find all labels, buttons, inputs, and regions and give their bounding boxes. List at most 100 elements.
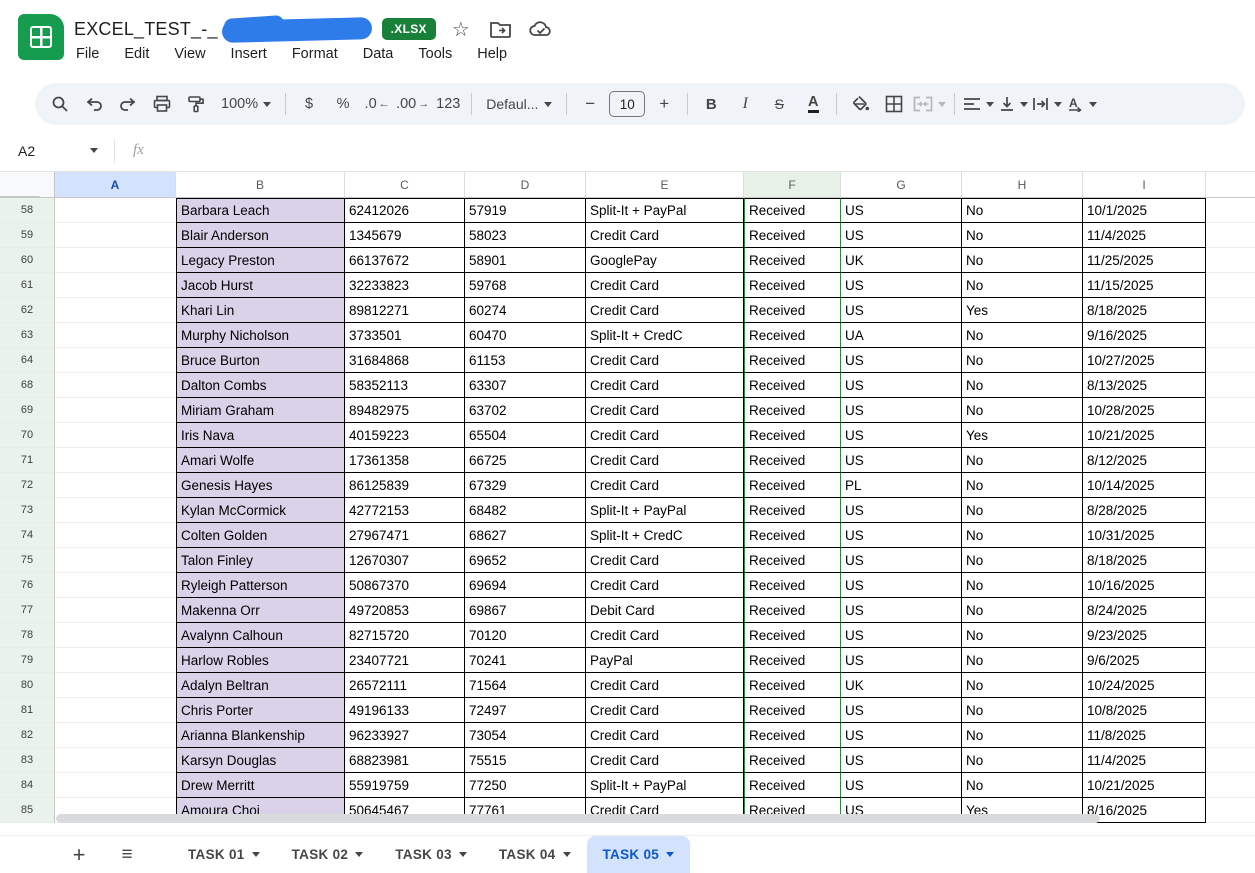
cell-f79[interactable]: Received	[744, 648, 841, 673]
cell-partial[interactable]	[1206, 598, 1255, 623]
cell-b73[interactable]: Kylan McCormick	[176, 498, 345, 523]
cell-partial[interactable]	[1206, 198, 1255, 223]
cell-partial[interactable]	[1206, 473, 1255, 498]
cell-e69[interactable]: Credit Card	[586, 398, 744, 423]
cell-e83[interactable]: Credit Card	[586, 748, 744, 773]
cell-i84[interactable]: 10/21/2025	[1083, 773, 1206, 798]
row-header-85[interactable]: 85	[0, 798, 55, 823]
cell-e78[interactable]: Credit Card	[586, 623, 744, 648]
cell-c68[interactable]: 58352113	[345, 373, 465, 398]
cell-partial[interactable]	[1206, 723, 1255, 748]
cell-b72[interactable]: Genesis Hayes	[176, 473, 345, 498]
cell-b78[interactable]: Avalynn Calhoun	[176, 623, 345, 648]
decrease-decimal-button[interactable]: .0 ←	[362, 89, 392, 119]
cell-f62[interactable]: Received	[744, 298, 841, 323]
cell-g81[interactable]: US	[841, 698, 962, 723]
cell-d63[interactable]: 60470	[465, 323, 586, 348]
cell-i60[interactable]: 11/25/2025	[1083, 248, 1206, 273]
sheet-tab-task-03[interactable]: TASK 03	[379, 836, 483, 873]
cell-i71[interactable]: 8/12/2025	[1083, 448, 1206, 473]
cell-a83[interactable]	[55, 748, 176, 773]
cell-i68[interactable]: 8/13/2025	[1083, 373, 1206, 398]
cell-f77[interactable]: Received	[744, 598, 841, 623]
cell-e58[interactable]: Split-It + PayPal	[586, 198, 744, 223]
column-header-b[interactable]: B	[176, 172, 345, 198]
cell-g78[interactable]: US	[841, 623, 962, 648]
cell-partial[interactable]	[1206, 423, 1255, 448]
cell-g77[interactable]: US	[841, 598, 962, 623]
all-sheets-menu-icon[interactable]: ≡	[110, 844, 144, 866]
cell-f84[interactable]: Received	[744, 773, 841, 798]
star-icon[interactable]: ☆	[446, 14, 476, 44]
cell-b79[interactable]: Harlow Robles	[176, 648, 345, 673]
move-folder-icon[interactable]	[486, 14, 516, 44]
format-percent-button[interactable]: %	[328, 89, 358, 119]
cell-f82[interactable]: Received	[744, 723, 841, 748]
cell-e72[interactable]: Credit Card	[586, 473, 744, 498]
cell-f61[interactable]: Received	[744, 273, 841, 298]
row-header-76[interactable]: 76	[0, 573, 55, 598]
column-header-a[interactable]: A	[55, 172, 176, 198]
cell-d78[interactable]: 70120	[465, 623, 586, 648]
sheets-logo[interactable]	[18, 14, 64, 60]
row-header-78[interactable]: 78	[0, 623, 55, 648]
cell-g64[interactable]: US	[841, 348, 962, 373]
font-size-input[interactable]: 10	[609, 91, 646, 117]
column-header-d[interactable]: D	[465, 172, 586, 198]
row-header-80[interactable]: 80	[0, 673, 55, 698]
column-header-partial[interactable]	[1206, 172, 1255, 198]
cell-partial[interactable]	[1206, 398, 1255, 423]
cell-b74[interactable]: Colten Golden	[176, 523, 345, 548]
cell-a75[interactable]	[55, 548, 176, 573]
cell-g73[interactable]: US	[841, 498, 962, 523]
row-header-62[interactable]: 62	[0, 298, 55, 323]
cell-partial[interactable]	[1206, 798, 1255, 823]
cell-a69[interactable]	[55, 398, 176, 423]
cell-i74[interactable]: 10/31/2025	[1083, 523, 1206, 548]
cell-i77[interactable]: 8/24/2025	[1083, 598, 1206, 623]
cell-a62[interactable]	[55, 298, 176, 323]
cell-partial[interactable]	[1206, 273, 1255, 298]
cell-g74[interactable]: US	[841, 523, 962, 548]
cell-b68[interactable]: Dalton Combs	[176, 373, 345, 398]
cell-c82[interactable]: 96233927	[345, 723, 465, 748]
column-header-h[interactable]: H	[962, 172, 1083, 198]
cell-g60[interactable]: UK	[841, 248, 962, 273]
cell-partial[interactable]	[1206, 298, 1255, 323]
column-header-i[interactable]: I	[1083, 172, 1206, 198]
cell-a59[interactable]	[55, 223, 176, 248]
cell-a60[interactable]	[55, 248, 176, 273]
cell-g71[interactable]: US	[841, 448, 962, 473]
row-header-79[interactable]: 79	[0, 648, 55, 673]
cell-h76[interactable]: No	[962, 573, 1083, 598]
cell-e62[interactable]: Credit Card	[586, 298, 744, 323]
cell-a63[interactable]	[55, 323, 176, 348]
cell-a74[interactable]	[55, 523, 176, 548]
cell-c58[interactable]: 62412026	[345, 198, 465, 223]
cell-c75[interactable]: 12670307	[345, 548, 465, 573]
cell-h78[interactable]: No	[962, 623, 1083, 648]
text-rotation-button[interactable]: A	[1066, 89, 1098, 119]
cell-i85[interactable]: 8/16/2025	[1083, 798, 1206, 823]
cell-i76[interactable]: 10/16/2025	[1083, 573, 1206, 598]
cell-e71[interactable]: Credit Card	[586, 448, 744, 473]
cell-f59[interactable]: Received	[744, 223, 841, 248]
cell-f74[interactable]: Received	[744, 523, 841, 548]
sheet-tab-task-05[interactable]: TASK 05	[586, 835, 691, 873]
cell-d80[interactable]: 71564	[465, 673, 586, 698]
row-header-75[interactable]: 75	[0, 548, 55, 573]
row-header-81[interactable]: 81	[0, 698, 55, 723]
cell-b70[interactable]: Iris Nava	[176, 423, 345, 448]
cell-b64[interactable]: Bruce Burton	[176, 348, 345, 373]
cell-e64[interactable]: Credit Card	[586, 348, 744, 373]
row-header-59[interactable]: 59	[0, 223, 55, 248]
cell-d72[interactable]: 67329	[465, 473, 586, 498]
cell-h69[interactable]: No	[962, 398, 1083, 423]
cell-b82[interactable]: Arianna Blankenship	[176, 723, 345, 748]
cell-g76[interactable]: US	[841, 573, 962, 598]
cell-i80[interactable]: 10/24/2025	[1083, 673, 1206, 698]
cell-h79[interactable]: No	[962, 648, 1083, 673]
cell-g82[interactable]: US	[841, 723, 962, 748]
cell-h63[interactable]: No	[962, 323, 1083, 348]
cell-b63[interactable]: Murphy Nicholson	[176, 323, 345, 348]
